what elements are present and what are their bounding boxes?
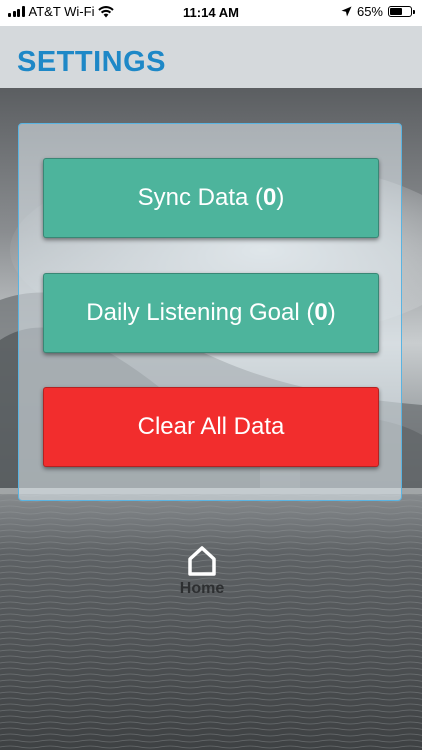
home-icon: [188, 546, 216, 576]
battery-level: [390, 8, 402, 15]
status-bar-right: 65%: [341, 4, 415, 19]
settings-panel: Sync Data (0) Daily Listening Goal (0) C…: [18, 123, 402, 501]
sync-data-button[interactable]: Sync Data (0): [43, 158, 379, 238]
status-bar: AT&T Wi-Fi 11:14 AM 65%: [0, 0, 422, 26]
daily-goal-label: Daily Listening Goal (: [86, 299, 315, 326]
page-title: SETTINGS: [17, 46, 167, 78]
sync-data-suffix: ): [276, 184, 285, 211]
clear-all-data-label: Clear All Data: [137, 413, 285, 440]
location-arrow-icon: [341, 6, 352, 17]
settings-screen: AT&T Wi-Fi 11:14 AM 65% SETTINGS Sync Da…: [0, 0, 422, 750]
clear-all-data-button[interactable]: Clear All Data: [43, 387, 379, 467]
home-nav-button[interactable]: Home: [160, 545, 244, 617]
sync-data-label: Sync Data (: [137, 184, 264, 211]
header-bar: SETTINGS: [0, 26, 422, 88]
home-label: Home: [179, 580, 225, 597]
battery-icon: [388, 6, 415, 17]
daily-goal-suffix: ): [327, 299, 336, 326]
daily-listening-goal-button[interactable]: Daily Listening Goal (0): [43, 273, 379, 353]
battery-percent: 65%: [356, 4, 383, 19]
daily-goal-count: 0: [314, 299, 328, 326]
sync-data-count: 0: [263, 184, 277, 211]
